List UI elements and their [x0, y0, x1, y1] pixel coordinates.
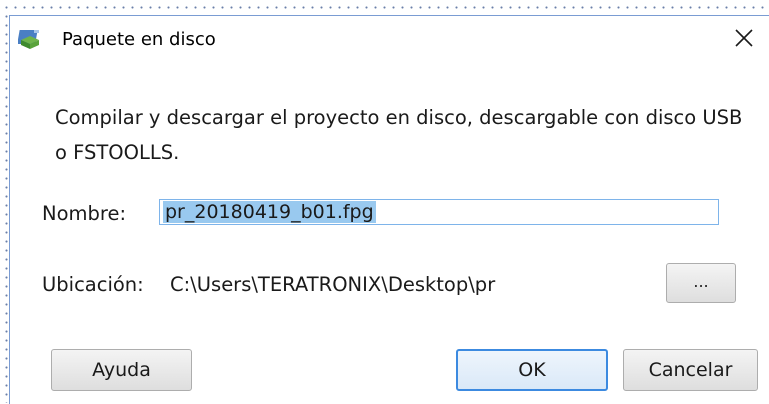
ok-button[interactable]: OK	[456, 349, 608, 391]
dialog-title: Paquete en disco	[62, 29, 216, 50]
description-text: Compilar y descargar el proyecto en disc…	[55, 106, 743, 164]
package-dialog: Paquete en disco Compilar y descargar el…	[9, 15, 769, 404]
location-path: C:\Users\TERATRONIX\Desktop\pr	[170, 273, 496, 296]
cancel-button[interactable]: Cancelar	[623, 349, 758, 391]
close-icon	[735, 29, 753, 51]
name-input-value[interactable]: pr_20180419_b01.fpg	[163, 201, 376, 223]
close-button[interactable]	[726, 22, 762, 58]
browse-button[interactable]: ...	[666, 263, 736, 303]
title-bar: Paquete en disco	[10, 16, 769, 66]
location-label: Ubicación:	[42, 273, 144, 296]
name-input[interactable]: pr_20180419_b01.fpg	[159, 199, 719, 225]
name-label: Nombre:	[42, 202, 127, 225]
package-disk-icon	[17, 28, 42, 50]
help-button[interactable]: Ayuda	[51, 349, 192, 391]
